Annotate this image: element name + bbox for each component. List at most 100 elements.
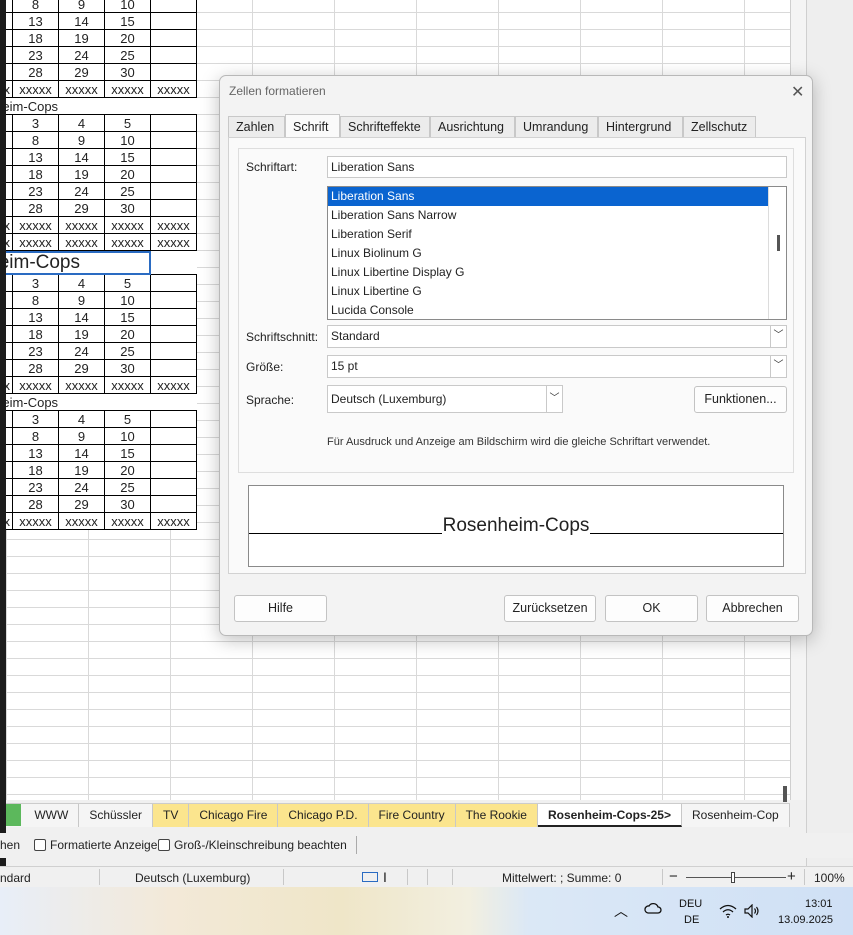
sheet-tab[interactable]: WWW <box>24 804 80 827</box>
cell[interactable]: 20 <box>104 165 151 183</box>
selected-cell[interactable]: enheim-Cops <box>6 250 151 275</box>
cell[interactable]: 8 <box>12 0 59 13</box>
cell[interactable]: 30 <box>104 199 151 217</box>
sheet-tab[interactable]: The Rookie <box>455 804 538 827</box>
sheet-tab-active[interactable]: Rosenheim-Cops-25> <box>537 804 682 827</box>
cell[interactable]: 19 <box>58 325 105 343</box>
sheet-tab[interactable]: Schüssler <box>79 804 154 827</box>
cell[interactable]: 20 <box>104 29 151 47</box>
cell[interactable]: 15 <box>104 12 151 30</box>
cell[interactable]: xxxxx <box>12 512 59 530</box>
cell[interactable]: 4 <box>58 274 105 292</box>
font-list-scrollbar[interactable] <box>768 187 786 319</box>
cell[interactable]: 19 <box>58 165 105 183</box>
cell[interactable]: xxxxx <box>104 80 151 98</box>
cell[interactable]: 24 <box>58 478 105 496</box>
cell[interactable] <box>150 12 197 30</box>
cell[interactable]: xxxxx <box>58 376 105 394</box>
cell[interactable]: 9 <box>58 131 105 149</box>
font-list-item[interactable]: Lucida Console <box>328 301 769 319</box>
reset-button[interactable]: Zurücksetzen <box>504 595 596 622</box>
cell[interactable]: 3 <box>12 274 59 292</box>
cell[interactable]: 4 <box>58 410 105 428</box>
cell[interactable]: 28 <box>12 495 59 513</box>
sheet-tab[interactable]: Fire Country <box>368 804 456 827</box>
cell[interactable]: 10 <box>104 291 151 309</box>
cell[interactable]: 18 <box>12 165 59 183</box>
cell[interactable] <box>150 0 197 13</box>
cell[interactable]: 23 <box>12 478 59 496</box>
checkbox-icon[interactable] <box>34 839 46 851</box>
cancel-button[interactable]: Abbrechen <box>706 595 799 622</box>
chevron-up-icon[interactable]: ︿ <box>614 901 628 921</box>
cell[interactable] <box>150 291 197 309</box>
status-page-style[interactable]: ndard <box>0 871 31 885</box>
cell[interactable]: 28 <box>12 63 59 81</box>
cell[interactable]: xxxxx <box>58 233 105 251</box>
cell[interactable] <box>150 274 197 292</box>
cell[interactable]: 18 <box>12 325 59 343</box>
cell[interactable]: 15 <box>104 308 151 326</box>
cell[interactable]: 14 <box>58 148 105 166</box>
tab-font-effects[interactable]: Schrifteffekte <box>340 116 430 138</box>
font-family-input[interactable]: Liberation Sans <box>327 156 787 178</box>
cell[interactable]: 14 <box>58 12 105 30</box>
cell[interactable]: 24 <box>58 182 105 200</box>
clock-time[interactable]: 13:01 <box>805 898 833 910</box>
cell[interactable]: 8 <box>12 427 59 445</box>
data-table[interactable]: 8 9 10 13 14 15 18 19 20 23 24 25 28 29 30 x xxxxx xxxxx x… <box>6 0 197 530</box>
cell[interactable]: xxxxx <box>12 80 59 98</box>
cell[interactable] <box>150 63 197 81</box>
cell[interactable]: 10 <box>104 131 151 149</box>
cell[interactable]: 19 <box>58 461 105 479</box>
status-language[interactable]: Deutsch (Luxemburg) <box>135 871 250 885</box>
cell[interactable]: 25 <box>104 182 151 200</box>
cell[interactable]: 30 <box>104 359 151 377</box>
cell[interactable]: 8 <box>12 291 59 309</box>
cell[interactable]: 10 <box>104 0 151 13</box>
cell[interactable]: 4 <box>58 114 105 132</box>
cell[interactable]: xxxxx <box>150 376 197 394</box>
cell[interactable]: 8 <box>12 131 59 149</box>
cell[interactable]: 24 <box>58 46 105 64</box>
cell[interactable]: 10 <box>104 427 151 445</box>
cell[interactable]: 9 <box>58 427 105 445</box>
title-cell[interactable]: osenheim-Cops <box>6 393 151 411</box>
cell[interactable] <box>150 199 197 217</box>
cell[interactable]: 29 <box>58 495 105 513</box>
cell[interactable] <box>150 410 197 428</box>
cell[interactable] <box>150 308 197 326</box>
cell[interactable]: 5 <box>104 274 151 292</box>
cell[interactable]: 5 <box>104 114 151 132</box>
zoom-level[interactable]: 100% <box>814 871 845 885</box>
language-select[interactable]: Deutsch (Luxemburg) ﹀ <box>327 385 563 413</box>
zoom-out-icon[interactable]: − <box>669 868 678 885</box>
checkbox-icon[interactable] <box>158 839 170 851</box>
cell[interactable]: xxxxx <box>150 233 197 251</box>
font-list-item[interactable]: Liberation Sans Narrow <box>328 206 769 225</box>
cell[interactable]: 23 <box>12 182 59 200</box>
tab-cell-protection[interactable]: Zellschutz <box>683 116 756 138</box>
status-sum[interactable]: Mittelwert: ; Summe: 0 <box>502 871 621 885</box>
cell[interactable]: 13 <box>12 444 59 462</box>
font-list-item[interactable]: Liberation Serif <box>328 225 769 244</box>
cell[interactable]: 29 <box>58 359 105 377</box>
tab-background[interactable]: Hintergrund <box>598 116 683 138</box>
cell[interactable]: 13 <box>12 12 59 30</box>
cell[interactable]: 30 <box>104 495 151 513</box>
cell[interactable] <box>150 444 197 462</box>
sheet-tab[interactable]: Rosenheim-Cop <box>682 804 790 827</box>
cell[interactable] <box>150 359 197 377</box>
cell[interactable]: xxxxx <box>12 233 59 251</box>
cell[interactable]: xxxxx <box>12 216 59 234</box>
cell[interactable]: xxxxx <box>104 376 151 394</box>
cell[interactable]: 3 <box>12 114 59 132</box>
close-icon[interactable]: ✕ <box>791 82 804 102</box>
cell[interactable]: 18 <box>12 29 59 47</box>
cell[interactable]: xxxxx <box>150 80 197 98</box>
zoom-in-icon[interactable]: + <box>787 868 796 885</box>
formatted-display-checkbox[interactable]: Formatierte Anzeige <box>34 838 157 852</box>
cell[interactable]: 15 <box>104 444 151 462</box>
cell[interactable]: xxxxx <box>12 376 59 394</box>
cell[interactable] <box>150 461 197 479</box>
